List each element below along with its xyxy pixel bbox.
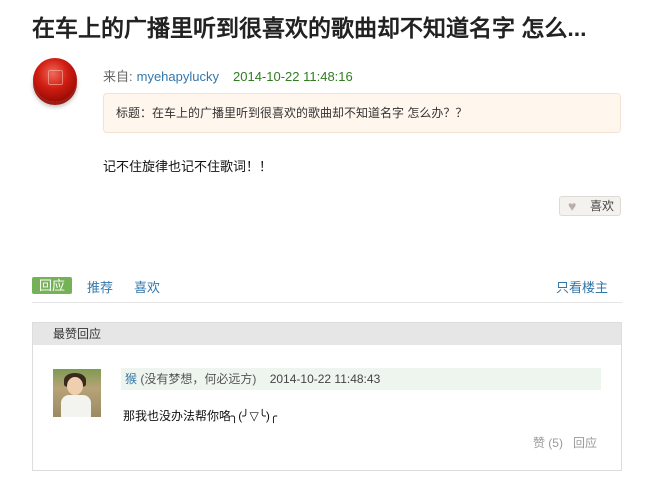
post-time: 2014-10-22 11:48:16 — [233, 69, 353, 84]
best-replies-box: 最赞回应 猴 (没有梦想，何必远方) 2014-10-22 11:48:43 那… — [32, 322, 622, 471]
owner-only-link[interactable]: 只看楼主 — [556, 277, 608, 296]
author-avatar[interactable] — [33, 58, 77, 102]
comment-text: 那我也没办法帮你咯╮(╯▽╰)╭ — [123, 409, 278, 423]
avatar-shirt — [61, 395, 91, 417]
like-button[interactable]: ♥ 喜欢 — [559, 196, 621, 216]
comment-header: 猴 (没有梦想，何必远方) 2014-10-22 11:48:43 — [121, 368, 601, 390]
best-replies-header: 最赞回应 — [33, 323, 621, 345]
comment-like-button[interactable]: 赞 (5) — [533, 436, 563, 450]
heart-icon: ♥ — [568, 198, 577, 214]
divider — [32, 302, 622, 303]
comment-time: 2014-10-22 11:48:43 — [269, 372, 381, 386]
commenter-name[interactable]: 猴 — [125, 372, 137, 386]
comment-reply-button[interactable]: 回应 — [573, 436, 597, 450]
comment-footer: 赞 (5) 回应 — [533, 434, 597, 451]
from-label: 来自: — [103, 69, 133, 84]
post-actions: 回应 推荐 喜欢 只看楼主 — [32, 276, 622, 302]
topic-title: 在车上的广播里听到很喜欢的歌曲却不知道名字 怎么... — [32, 15, 587, 41]
like-button-label: 喜欢 — [590, 199, 615, 213]
reply-tab[interactable]: 回应 — [32, 277, 72, 294]
recommend-link[interactable]: 推荐 — [87, 277, 113, 296]
favorite-link[interactable]: 喜欢 — [134, 277, 160, 296]
commenter-subtitle: (没有梦想，何必远方) — [140, 372, 257, 386]
author-link[interactable]: myehapylucky — [137, 69, 219, 84]
avatar-face — [67, 377, 83, 395]
post-meta: 来自: myehapylucky 2014-10-22 11:48:16 — [103, 66, 353, 85]
commenter-avatar[interactable] — [53, 369, 101, 417]
post-body: 记不住旋律也记不住歌词！！ — [103, 159, 273, 174]
post-quote: 标题：在车上的广播里听到很喜欢的歌曲却不知道名字 怎么办？？ — [103, 93, 621, 133]
